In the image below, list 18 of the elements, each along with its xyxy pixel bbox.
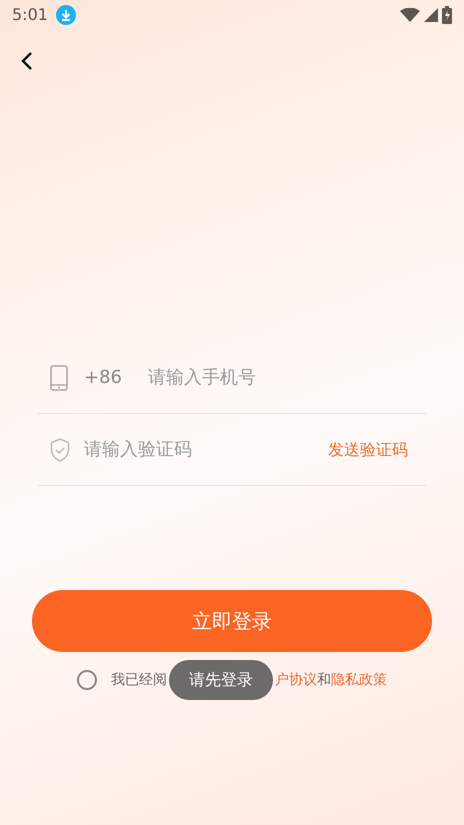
user-agreement-link[interactable]: 户协议 [275, 670, 317, 690]
code-input[interactable]: 请输入验证码 [82, 435, 322, 464]
phone-input[interactable]: 请输入手机号 [146, 363, 414, 392]
download-icon [56, 5, 76, 25]
phone-icon [50, 364, 68, 390]
status-time: 5:01 [12, 4, 48, 26]
agreement-radio[interactable] [77, 670, 97, 690]
login-button[interactable]: 立即登录 [32, 590, 432, 652]
country-code[interactable]: +86 [84, 364, 122, 391]
wifi-icon [400, 8, 420, 22]
send-code-button[interactable]: 发送验证码 [322, 438, 414, 462]
agreement-text: 我已经阅 [111, 670, 167, 690]
battery-icon [442, 6, 452, 24]
signal-icon [424, 8, 438, 22]
shield-icon [50, 438, 70, 462]
toast-message: 请先登录 [169, 660, 273, 700]
privacy-policy-link[interactable]: 隐私政策 [331, 670, 387, 690]
conjunction-text: 和 [317, 670, 331, 690]
